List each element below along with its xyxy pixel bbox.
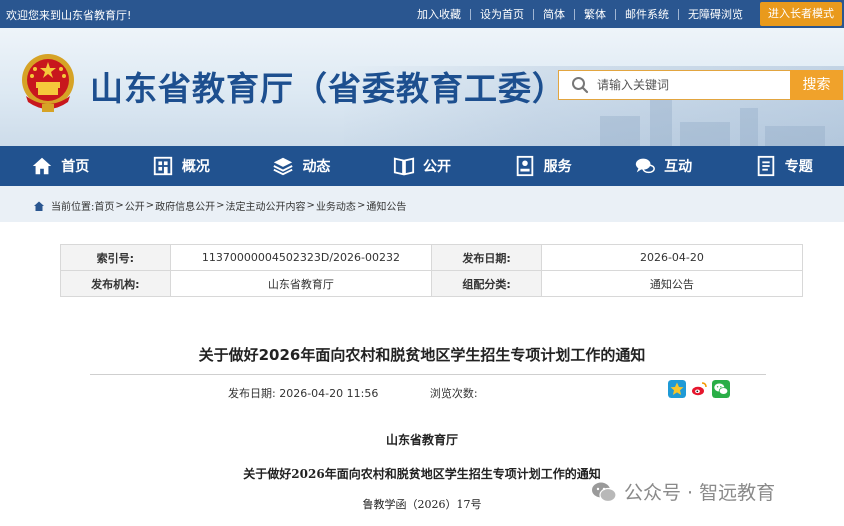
- top-bar: 欢迎您来到山东省教育厅! 加入收藏 设为首页 简体 繁体 邮件系统 无障碍浏览 …: [0, 0, 844, 28]
- breadcrumb-statutory[interactable]: 法定主动公开内容: [226, 198, 306, 213]
- nav-item-news[interactable]: 动态: [241, 146, 362, 186]
- simplified-chinese-link[interactable]: 简体: [534, 6, 574, 22]
- publish-info: 发布日期: 2026-04-20 11:56 浏览次数:: [228, 385, 478, 401]
- site-title: 山东省教育厅（省委教育工委）: [90, 69, 566, 108]
- breadcrumb-home[interactable]: 首页: [94, 198, 114, 213]
- home-icon: [34, 201, 44, 211]
- breadcrumb-separator: >: [145, 200, 155, 211]
- pub-date-value: 2026-04-20 11:56: [279, 387, 379, 400]
- pub-date-label: 发布日期:: [228, 387, 276, 400]
- watermark-text: 公众号 · 智远教育: [624, 482, 776, 504]
- main-nav: 首页 概况 动态 公开 服务 互动 专题: [0, 146, 844, 186]
- org-label: 发布机构:: [60, 270, 171, 297]
- breadcrumb-notices[interactable]: 通知公告: [366, 198, 406, 213]
- org-value: 山东省教育厅: [169, 270, 433, 297]
- search-icon: [572, 77, 589, 94]
- breadcrumb-separator: >: [115, 200, 124, 211]
- index-label: 索引号:: [60, 244, 171, 271]
- views-label: 浏览次数:: [429, 387, 478, 400]
- home-icon: [33, 157, 52, 175]
- book-icon: [393, 157, 415, 176]
- watermark: 公众号 · 智远教育: [590, 478, 775, 505]
- skyline-shape: [600, 116, 640, 146]
- category-value: 通知公告: [540, 270, 804, 297]
- index-value: 11370000004502323D/2026-00232: [169, 244, 433, 271]
- skyline-shape: [650, 100, 672, 146]
- breadcrumb-business[interactable]: 业务动态: [316, 198, 356, 213]
- breadcrumb-separator: >: [306, 200, 315, 211]
- nav-label: 专题: [784, 159, 813, 175]
- layers-icon: [273, 157, 294, 176]
- nav-label: 服务: [543, 159, 572, 175]
- set-homepage-link[interactable]: 设为首页: [471, 6, 533, 22]
- table-row: 发布机构: 山东省教育厅 组配分类: 通知公告: [60, 270, 804, 297]
- skyline-shape: [765, 126, 825, 146]
- site-header: 山东省教育厅（省委教育工委） 搜索: [0, 28, 844, 146]
- nav-item-public[interactable]: 公开: [362, 146, 483, 186]
- service-icon: [516, 155, 533, 177]
- category-label: 组配分类:: [431, 270, 542, 297]
- mail-system-link[interactable]: 邮件系统: [616, 6, 678, 22]
- issuer-line: 山东省教育厅: [385, 433, 458, 447]
- table-row: 索引号: 11370000004502323D/2026-00232 发布日期:…: [60, 244, 804, 271]
- search-box: [558, 70, 790, 100]
- breadcrumb-prefix: 当前位置:: [51, 202, 95, 213]
- nav-label: 互动: [664, 159, 693, 175]
- share-wechat-icon[interactable]: [712, 380, 730, 398]
- date-label: 发布日期:: [431, 244, 542, 271]
- elder-mode-button[interactable]: 进入长者模式: [760, 2, 842, 26]
- search-bar: 搜索: [558, 70, 843, 100]
- top-links: 加入收藏 设为首页 简体 繁体 邮件系统 无障碍浏览 进入长者模式: [408, 0, 844, 28]
- skyline-shape: [680, 122, 730, 146]
- search-input[interactable]: [597, 78, 777, 92]
- nav-item-home[interactable]: 首页: [0, 146, 121, 186]
- breadcrumb-gov-info[interactable]: 政府信息公开: [155, 198, 215, 213]
- traditional-chinese-link[interactable]: 繁体: [575, 6, 615, 22]
- share-buttons: [668, 380, 730, 398]
- share-qzone-icon[interactable]: [668, 380, 686, 398]
- breadcrumb-separator: >: [216, 200, 225, 211]
- article-title: 关于做好2026年面向农村和脱贫地区学生招生专项计划工作的通知: [198, 346, 646, 364]
- skyline-shape: [740, 108, 758, 146]
- nav-item-topics[interactable]: 专题: [723, 146, 844, 186]
- meta-table: 索引号: 11370000004502323D/2026-00232 发布日期:…: [60, 244, 804, 297]
- nav-label: 概况: [181, 159, 210, 175]
- share-weibo-icon[interactable]: [690, 380, 708, 398]
- wechat-icon: [592, 482, 617, 502]
- building-icon: [153, 156, 173, 176]
- breadcrumb-separator: >: [356, 200, 366, 211]
- nav-item-overview[interactable]: 概况: [121, 146, 242, 186]
- breadcrumb-public[interactable]: 公开: [125, 198, 145, 213]
- search-button[interactable]: 搜索: [790, 70, 843, 100]
- accessibility-link[interactable]: 无障碍浏览: [679, 6, 752, 22]
- nav-label: 动态: [302, 159, 331, 175]
- document-icon: [757, 155, 774, 177]
- national-emblem-icon: [22, 54, 74, 112]
- chat-icon: [636, 158, 656, 174]
- divider: [90, 374, 766, 375]
- breadcrumb: 当前位置: 首页 > 公开 > 政府信息公开 > 法定主动公开内容 > 业务动态 > 通知…: [0, 186, 844, 222]
- nav-label: 公开: [423, 159, 452, 175]
- add-favorite-link[interactable]: 加入收藏: [408, 6, 470, 22]
- nav-item-service[interactable]: 服务: [482, 146, 603, 186]
- date-value: 2026-04-20: [540, 244, 804, 271]
- nav-label: 首页: [61, 159, 90, 175]
- welcome-text: 欢迎您来到山东省教育厅!: [6, 9, 132, 22]
- nav-item-interact[interactable]: 互动: [603, 146, 724, 186]
